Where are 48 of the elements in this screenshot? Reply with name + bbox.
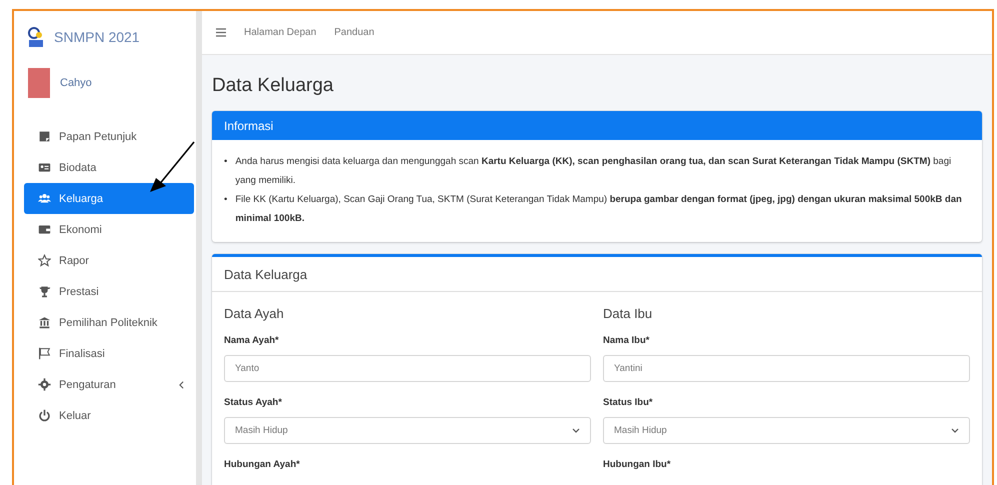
- pointer-arrow: [148, 140, 196, 194]
- power-icon: [38, 409, 51, 422]
- star-icon: [38, 254, 51, 267]
- sidebar-item[interactable]: Biodata: [24, 152, 194, 183]
- logo-icon: [26, 26, 46, 48]
- avatar-placeholder: [28, 68, 50, 98]
- sidebar-item[interactable]: Pengaturan: [24, 369, 194, 400]
- flag-icon: [38, 347, 51, 360]
- chevron-icon: [572, 428, 580, 433]
- section-heading: Data Ayah: [224, 306, 285, 321]
- sidebar-item[interactable]: Papan Petunjuk: [24, 121, 194, 152]
- clipboard-icon: [38, 130, 51, 143]
- select-field[interactable]: Masih Hidup: [603, 417, 970, 444]
- select-field[interactable]: Masih Hidup: [224, 417, 591, 444]
- chevron-icon: [951, 428, 959, 433]
- input-field[interactable]: Yantini: [603, 355, 970, 382]
- field-label: Nama Ayah*: [224, 335, 280, 346]
- field-label: Nama Ibu*: [603, 335, 650, 346]
- field-label: Hubungan Ayah*: [224, 459, 301, 470]
- brand-title: SNMPN 2021: [54, 29, 140, 45]
- bullet: •: [224, 155, 228, 169]
- info-text: File KK (Kartu Keluarga), Scan Gaji Orang Tua, SKTM (Surat Keterangan Tidak Mampu) berupa gambar dengan format (jpeg, jpg) dengan ukuran maksimal 500kB dan minimal 100kB.: [235, 193, 963, 226]
- user-name: Cahyo: [60, 77, 92, 89]
- sidebar-item[interactable]: Keluar: [24, 400, 194, 431]
- card-title: Data Keluarga: [212, 257, 982, 292]
- sidebar-item[interactable]: Prestasi: [24, 276, 194, 307]
- sidebar-item[interactable]: Pemilihan Politeknik: [24, 307, 194, 338]
- bullet: •: [224, 193, 228, 207]
- field-label: Status Ayah*: [224, 397, 283, 408]
- bank-icon: [38, 316, 51, 329]
- trophy-icon: [38, 285, 51, 298]
- sidebar-item[interactable]: Finalisasi: [24, 338, 194, 369]
- field-label: Status Ibu*: [603, 397, 654, 408]
- wallet-icon: [38, 223, 51, 236]
- input-field[interactable]: Yanto: [224, 355, 591, 382]
- id-card-icon: [38, 161, 51, 174]
- nav-link[interactable]: Halaman Depan: [244, 27, 316, 38]
- sidebar-item[interactable]: Ekonomi: [24, 214, 194, 245]
- page-title: Data Keluarga: [212, 75, 334, 97]
- users-icon: [38, 192, 51, 205]
- sidebar-item[interactable]: Keluarga: [24, 183, 194, 214]
- menu-icon[interactable]: [216, 28, 226, 37]
- card-header: Informasi: [212, 111, 982, 140]
- sidebar-item[interactable]: Rapor: [24, 245, 194, 276]
- section-heading: Data Ibu: [603, 306, 654, 321]
- nav-link[interactable]: Panduan: [334, 27, 374, 38]
- info-text: Anda harus mengisi data keluarga dan mengunggah scan Kartu Keluarga (KK), scan penghasilan orang tua, dan scan Surat Keterangan Tidak Mampu (SKTM) bagi yang memiliki.: [235, 155, 952, 188]
- field-label: Hubungan Ibu*: [603, 459, 672, 470]
